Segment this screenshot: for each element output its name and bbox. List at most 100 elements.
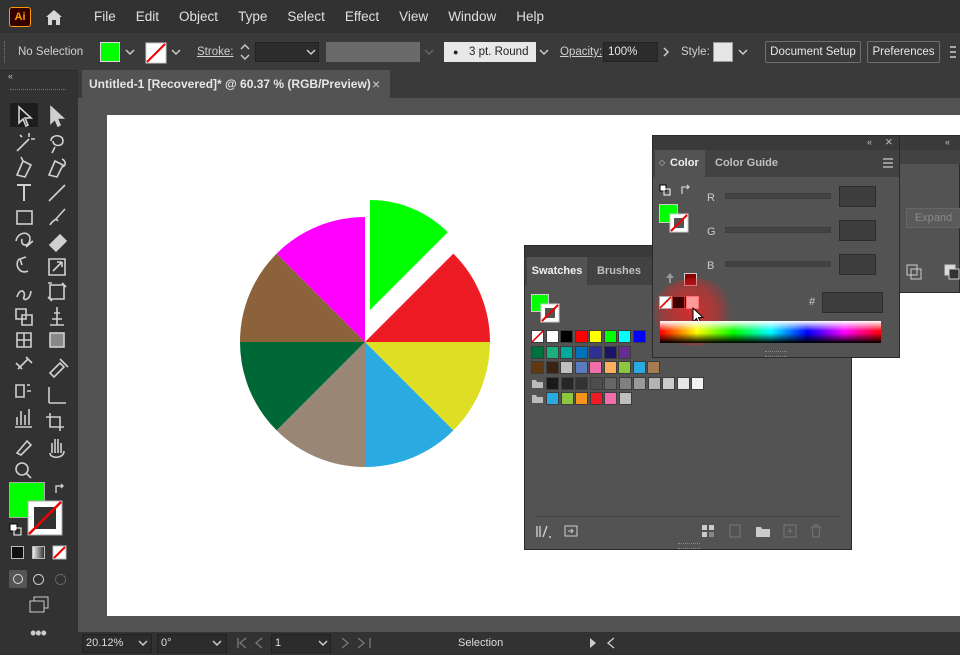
brush-definition[interactable]: ● 3 pt. Round xyxy=(444,42,536,62)
menu-edit[interactable]: Edit xyxy=(126,0,169,33)
variable-width-profile[interactable] xyxy=(326,42,420,62)
menu-help[interactable]: Help xyxy=(506,0,554,33)
chevron-right-icon[interactable] xyxy=(661,47,671,57)
swatch[interactable] xyxy=(574,330,588,343)
swatch[interactable] xyxy=(560,361,573,374)
swatch[interactable] xyxy=(560,345,573,359)
swatch[interactable] xyxy=(604,376,617,390)
document-tab[interactable]: Untitled-1 [Recovered]* @ 60.37 % (RGB/P… xyxy=(82,70,390,98)
align-icon[interactable] xyxy=(944,264,960,280)
swatch[interactable] xyxy=(531,361,544,374)
default-colors-icon[interactable] xyxy=(659,184,671,196)
collapse-panel-icon[interactable]: « xyxy=(867,137,872,147)
status-menu-icon[interactable] xyxy=(588,637,598,649)
color-stroke-indicator[interactable] xyxy=(669,213,689,233)
menu-effect[interactable]: Effect xyxy=(335,0,389,33)
default-fill-stroke-icon[interactable] xyxy=(9,523,23,537)
show-kinds-icon[interactable] xyxy=(563,524,579,538)
swatch[interactable] xyxy=(691,376,704,390)
stroke-none-icon[interactable] xyxy=(145,42,167,64)
pie-graphic[interactable] xyxy=(230,175,500,475)
chevron-down-icon[interactable] xyxy=(318,638,328,648)
panel-menu-icon[interactable] xyxy=(882,158,894,168)
swatch[interactable] xyxy=(662,376,675,390)
draw-behind-icon[interactable] xyxy=(33,574,44,585)
swatch[interactable] xyxy=(575,392,588,405)
swatch-libraries-icon[interactable] xyxy=(535,524,553,538)
panel-options-toggle-icon[interactable]: ◇ xyxy=(659,158,665,167)
swatch[interactable] xyxy=(531,345,544,359)
swatch[interactable] xyxy=(603,330,617,343)
swatch[interactable] xyxy=(546,392,559,405)
stroke-color-box[interactable] xyxy=(27,500,63,536)
chevron-down-icon[interactable] xyxy=(212,638,222,648)
swatch[interactable] xyxy=(589,361,602,374)
draw-inside-icon[interactable] xyxy=(55,574,66,585)
chevron-down-icon[interactable] xyxy=(138,638,148,648)
swatch[interactable] xyxy=(574,345,588,359)
swap-fill-stroke-icon[interactable] xyxy=(53,482,67,496)
scroll-left-icon[interactable] xyxy=(606,637,616,649)
swatch[interactable] xyxy=(545,345,559,359)
close-tab-icon[interactable]: × xyxy=(372,70,380,98)
swatch[interactable] xyxy=(604,392,617,405)
chevron-down-icon[interactable] xyxy=(539,47,549,57)
swatch[interactable] xyxy=(589,392,603,405)
home-icon[interactable] xyxy=(44,7,64,27)
more-icon[interactable] xyxy=(948,43,958,61)
menu-type[interactable]: Type xyxy=(228,0,277,33)
swatch[interactable] xyxy=(575,376,588,390)
color-mode-icon[interactable] xyxy=(11,546,24,559)
menu-view[interactable]: View xyxy=(389,0,438,33)
grip-handle[interactable] xyxy=(4,41,8,63)
swatch[interactable] xyxy=(603,345,617,359)
color-group-folder-icon[interactable] xyxy=(531,392,544,405)
swatch-none[interactable] xyxy=(531,330,544,343)
document-setup-button[interactable]: Document Setup xyxy=(765,41,861,63)
hex-field[interactable] xyxy=(822,292,883,313)
swatch[interactable] xyxy=(546,376,559,390)
swatch[interactable] xyxy=(545,330,559,343)
pathfinder-icon[interactable] xyxy=(906,264,922,280)
opacity-field[interactable]: 100% xyxy=(603,42,658,62)
color-group-folder-icon[interactable] xyxy=(531,377,544,390)
edit-toolbar-icon[interactable]: ••• xyxy=(30,624,47,642)
stroke-label[interactable]: Stroke: xyxy=(197,45,233,59)
swatch[interactable] xyxy=(632,361,646,374)
tab-swatches[interactable]: Swatches xyxy=(527,257,587,285)
swatch[interactable] xyxy=(632,330,646,343)
none-mode-icon[interactable] xyxy=(52,545,67,560)
swatch[interactable] xyxy=(618,345,631,359)
swatch[interactable] xyxy=(647,361,660,374)
tab-color-guide[interactable]: Color Guide xyxy=(715,157,778,169)
resize-grip[interactable] xyxy=(765,351,787,357)
toolbar-grip[interactable] xyxy=(10,89,66,90)
stroke-weight-field[interactable] xyxy=(255,42,319,62)
chevron-down-icon[interactable] xyxy=(125,47,135,57)
gradient-mode-icon[interactable] xyxy=(32,546,45,559)
opacity-label[interactable]: Opacity: xyxy=(560,45,602,59)
menu-select[interactable]: Select xyxy=(277,0,335,33)
preferences-button[interactable]: Preferences xyxy=(867,41,940,63)
swatch[interactable] xyxy=(589,330,602,343)
menu-file[interactable]: File xyxy=(84,0,126,33)
color-spectrum[interactable] xyxy=(660,321,881,343)
swatch[interactable] xyxy=(545,361,559,374)
swatch[interactable] xyxy=(633,376,646,390)
swatch[interactable] xyxy=(647,376,661,390)
resize-grip[interactable] xyxy=(678,543,700,549)
swatch[interactable] xyxy=(676,376,690,390)
swatch[interactable] xyxy=(618,392,632,405)
black-swatch[interactable] xyxy=(673,297,684,308)
tab-brushes[interactable]: Brushes xyxy=(591,257,647,285)
menu-object[interactable]: Object xyxy=(169,0,228,33)
swatches-stroke-indicator[interactable] xyxy=(540,303,560,323)
collapse-toolbar-icon[interactable]: « xyxy=(8,71,13,81)
close-panel-icon[interactable]: × xyxy=(885,134,893,149)
swatch[interactable] xyxy=(618,330,631,343)
swatch[interactable] xyxy=(618,361,631,374)
screen-mode-icon[interactable] xyxy=(28,596,50,614)
swatch[interactable] xyxy=(560,376,574,390)
new-folder-icon[interactable] xyxy=(755,524,771,538)
swatch[interactable] xyxy=(589,345,602,359)
